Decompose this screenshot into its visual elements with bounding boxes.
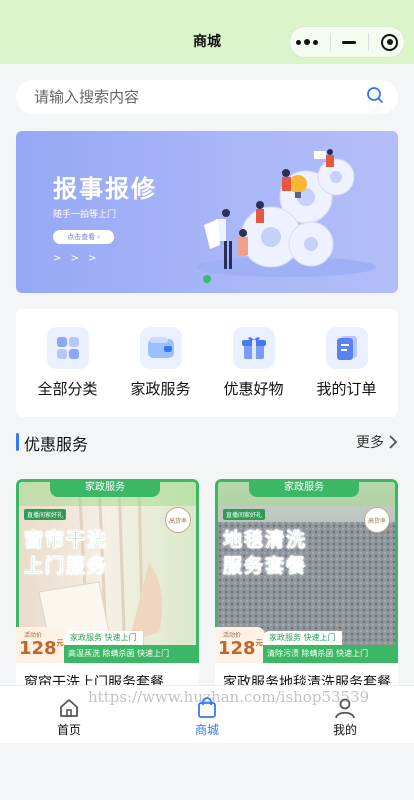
category-housekeeping[interactable]: 家政服务 <box>116 309 206 417</box>
product-mini-tag: 直播间家好礼 <box>24 509 67 520</box>
product-mini-tag: 直播间家好礼 <box>223 509 266 520</box>
section-accent-bar <box>16 433 19 451</box>
home-icon <box>60 699 78 717</box>
tab-label: 商城 <box>194 723 219 737</box>
minimize-icon[interactable] <box>342 40 357 44</box>
search-bar[interactable] <box>16 80 398 114</box>
chevron-right-icon: › <box>97 233 100 241</box>
category-grid: 全部分类 家政服务 优惠好物 我的订单 <box>16 309 398 417</box>
order-icon <box>325 327 368 369</box>
quality-stamp: 高货率 <box>364 507 390 533</box>
bottom-tab-bar: 首页 商城 我的 <box>0 685 414 743</box>
bag-icon <box>198 697 216 718</box>
product-category-tag: 家政服务 <box>50 479 160 497</box>
capsule-divider <box>329 33 331 51</box>
category-label: 我的订单 <box>316 380 377 398</box>
search-input[interactable] <box>34 88 366 106</box>
product-headline: 地毯清洗 <box>223 529 308 552</box>
category-label: 家政服务 <box>130 380 191 398</box>
product-category-tag: 家政服务 <box>249 479 359 497</box>
section-title: 优惠服务 <box>24 435 89 454</box>
carousel-indicator[interactable] <box>203 275 211 283</box>
service-tags: 家政服务 快速上门 <box>263 631 342 645</box>
price-number: 128 <box>19 638 57 659</box>
price-value: 128元 <box>218 638 263 659</box>
category-all[interactable]: 全部分类 <box>23 309 113 417</box>
wallet-icon <box>139 327 182 369</box>
category-deals[interactable]: 优惠好物 <box>209 309 299 417</box>
product-headline: 上门服务 <box>24 555 109 578</box>
tab-mine[interactable]: 我的 <box>295 686 395 743</box>
section-header: 优惠服务 更多 <box>16 430 398 454</box>
mini-program-capsule <box>289 26 405 58</box>
banner-view-button[interactable]: 点击查看 › <box>53 230 114 244</box>
search-icon[interactable] <box>366 86 384 108</box>
banner-title: 报事报修 <box>53 175 157 203</box>
grid-icon <box>46 327 89 369</box>
price-value: 128元 <box>19 638 64 659</box>
price-box: 活动价 128元 <box>16 627 66 663</box>
product-card[interactable]: 家政服务 直播间家好礼 窗帘干洗 上门服务 高货率 活动价 128元 家政服务 … <box>16 479 199 709</box>
repair-illustration <box>196 149 376 277</box>
tab-home[interactable]: 首页 <box>19 686 119 743</box>
more-link[interactable]: 更多 <box>356 432 384 452</box>
price-unit: 元 <box>255 639 263 647</box>
banner-arrows: > > > <box>53 253 100 264</box>
product-card[interactable]: 家政服务 直播间家好礼 地毯清洗 服务套餐 高货率 活动价 128元 家政服务 … <box>215 479 398 709</box>
price-number: 128 <box>218 638 256 659</box>
banner-view-label: 点击查看 <box>67 233 96 241</box>
product-headline: 窗帘干洗 <box>24 529 109 552</box>
tab-label: 我的 <box>332 723 357 737</box>
tab-label: 首页 <box>56 723 81 737</box>
capsule-divider <box>368 33 370 51</box>
feature-tags: 清除污渍 除螨杀菌 快速上门 <box>263 645 398 663</box>
close-target-icon[interactable] <box>381 33 399 51</box>
price-box: 活动价 128元 <box>215 627 265 663</box>
feature-tags: 高温蒸洗 除螨杀菌 快速上门 <box>64 645 199 663</box>
price-unit: 元 <box>56 639 64 647</box>
more-dots-icon[interactable] <box>295 39 318 45</box>
person-icon <box>335 698 355 719</box>
banner-subtitle: 随手一拍等上门 <box>53 210 117 220</box>
service-tags: 家政服务 快速上门 <box>64 631 143 645</box>
category-label: 全部分类 <box>37 380 98 398</box>
quality-stamp: 高货率 <box>165 507 191 533</box>
gift-icon <box>232 327 275 369</box>
chevron-right-icon[interactable] <box>388 434 398 450</box>
tab-mall[interactable]: 商城 <box>157 686 257 743</box>
navigation-bar: 商城 <box>0 0 414 64</box>
category-label: 优惠好物 <box>223 380 284 398</box>
product-headline: 服务套餐 <box>223 555 308 578</box>
promo-banner[interactable]: 报事报修 随手一拍等上门 点击查看 › > > > <box>16 131 398 293</box>
category-orders[interactable]: 我的订单 <box>302 309 392 417</box>
